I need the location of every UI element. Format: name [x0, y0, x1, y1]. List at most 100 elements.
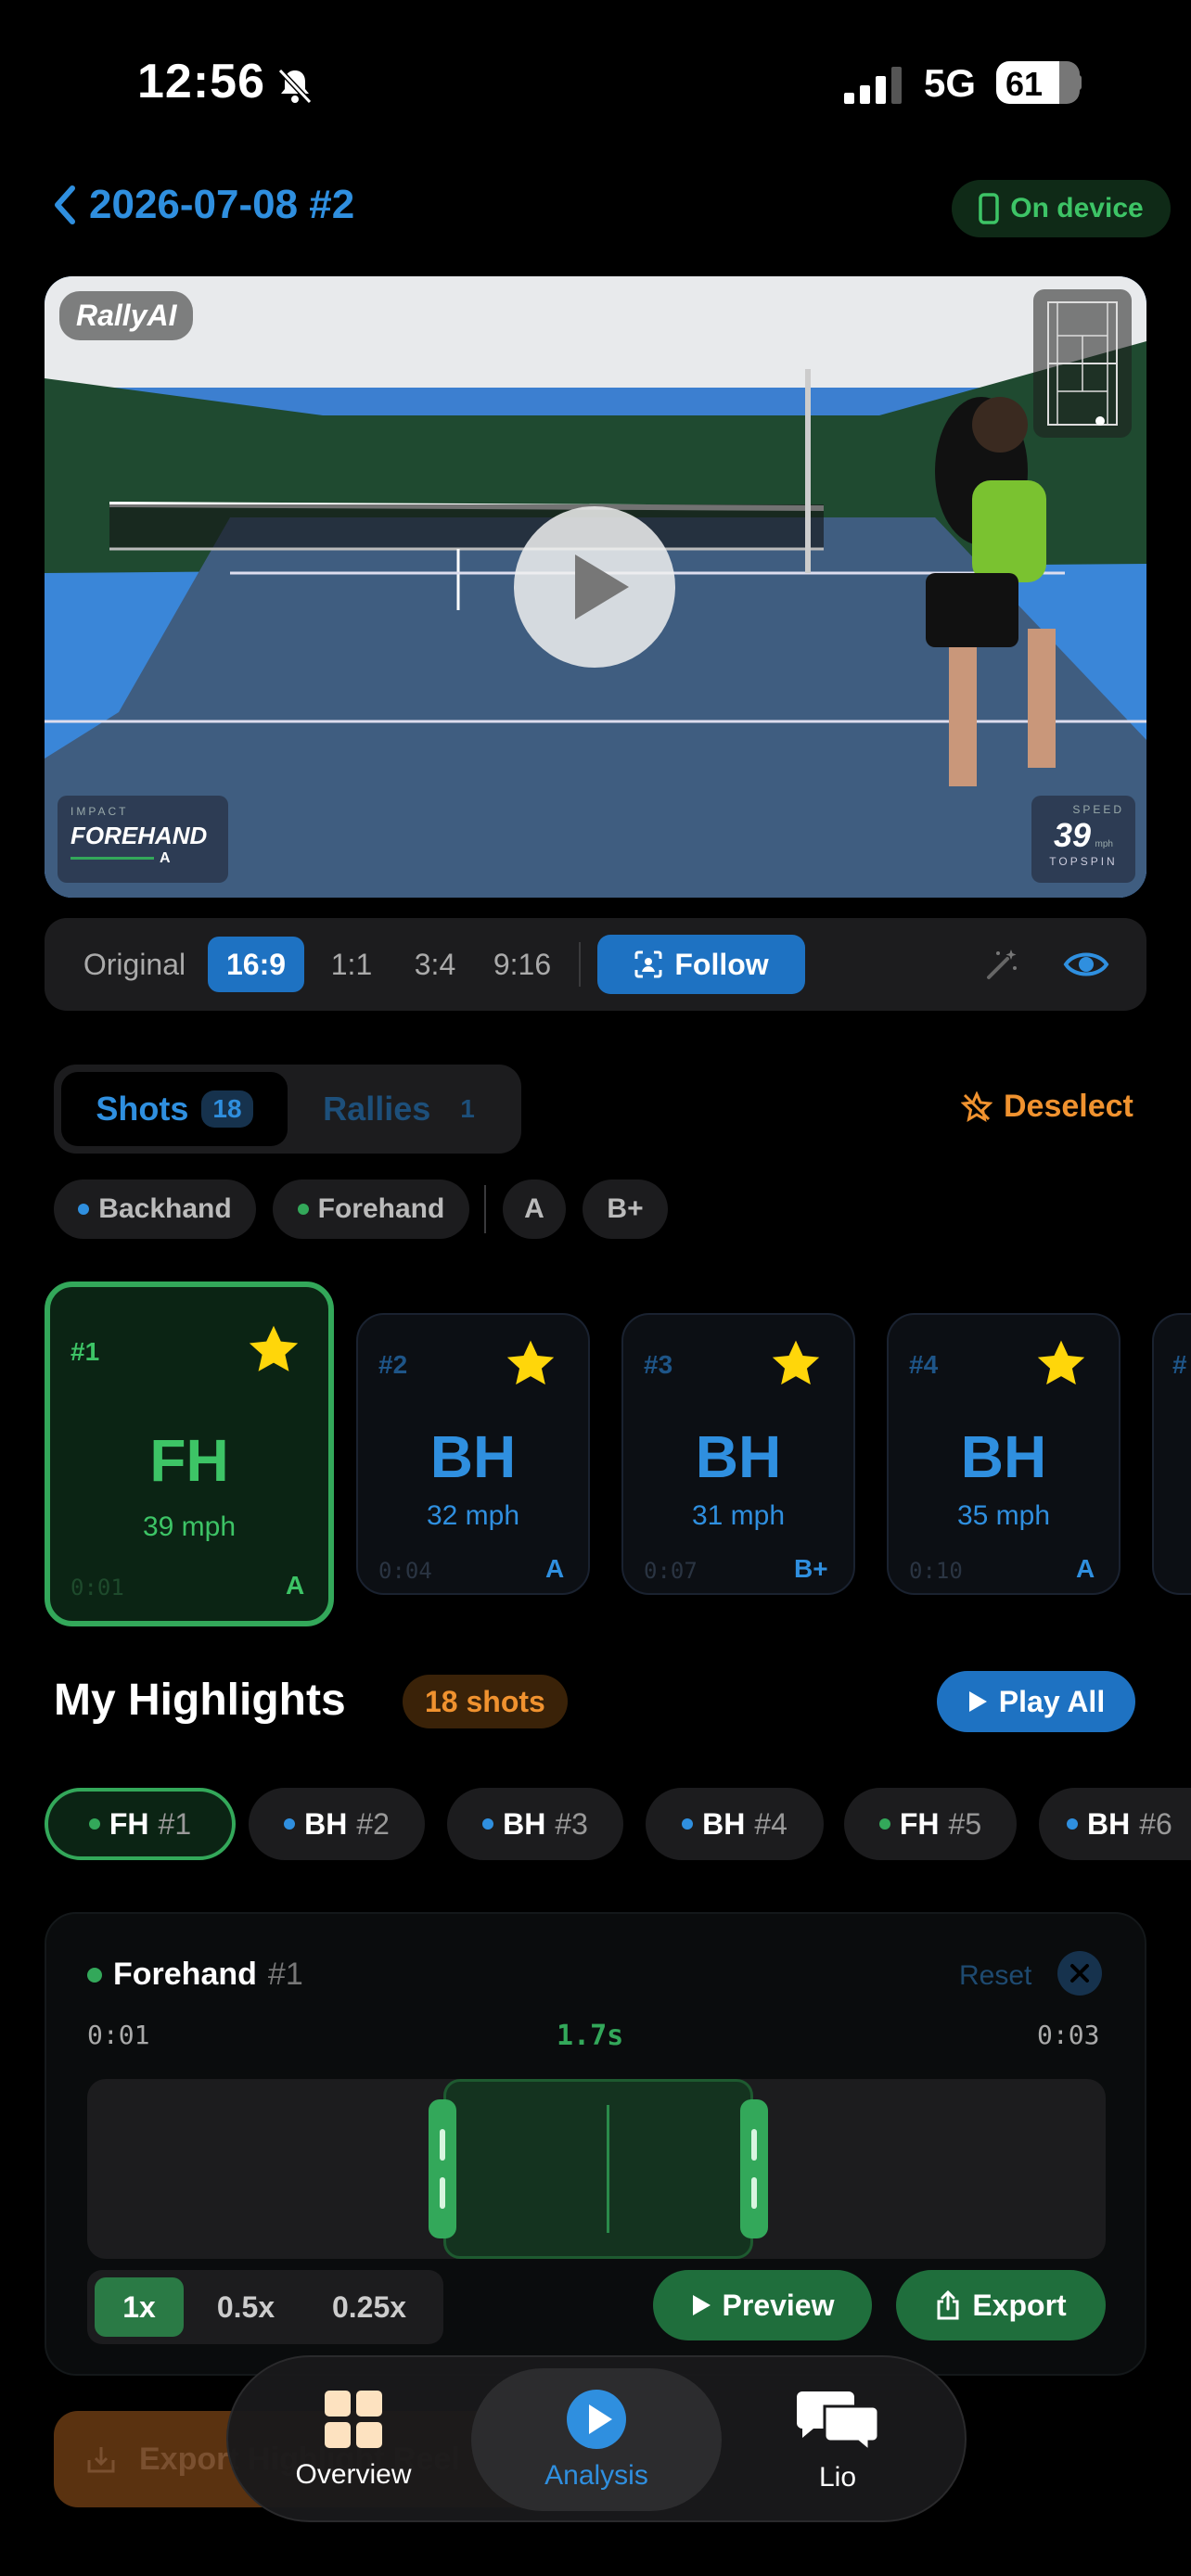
preview-button[interactable]: Preview — [653, 2270, 872, 2340]
trim-handle-start[interactable] — [429, 2099, 456, 2238]
person-focus-icon — [634, 950, 662, 978]
shots-rallies-segment: Shots 18 Rallies 1 — [54, 1065, 521, 1154]
share-icon — [937, 2290, 959, 2320]
shot-card[interactable]: #4 BH 35 mph 0:10 A — [887, 1313, 1121, 1595]
shot-type: FH — [149, 1427, 229, 1494]
speed-0-5x[interactable]: 0.5x — [197, 2277, 295, 2337]
highlight-chip[interactable]: FH #1 — [45, 1788, 236, 1860]
forehand-dot — [878, 1818, 890, 1830]
backhand-dot — [78, 1204, 90, 1215]
follow-button[interactable]: Follow — [597, 935, 805, 994]
backhand-dot — [682, 1818, 694, 1830]
clip-start-time: 0:01 — [87, 2020, 150, 2050]
trim-handle-end[interactable] — [740, 2099, 768, 2238]
forehand-dot — [87, 1967, 102, 1983]
network-type: 5G — [924, 61, 977, 105]
signal-icon — [844, 67, 902, 104]
star-icon[interactable] — [1035, 1339, 1087, 1389]
shot-speed: 35 mph — [956, 1500, 1051, 1531]
highlight-chip[interactable]: FH #5 — [844, 1788, 1017, 1860]
shot-time: 0:07 — [644, 1558, 698, 1584]
shot-type: BH — [695, 1423, 782, 1490]
filter-grade-a[interactable]: A — [503, 1180, 566, 1239]
highlight-chip[interactable]: BH #3 — [447, 1788, 623, 1860]
forehand-dot — [297, 1204, 309, 1215]
shot-card[interactable]: #1 FH 39 mph 0:01 A — [45, 1282, 334, 1626]
shots-count: 18 — [201, 1090, 253, 1128]
tab-lio[interactable]: Lio — [712, 2368, 963, 2511]
filter-forehand[interactable]: Forehand — [273, 1180, 469, 1239]
divider — [579, 942, 581, 987]
highlight-chip[interactable]: BH #6 — [1039, 1788, 1191, 1860]
tab-analysis[interactable]: Analysis — [471, 2368, 722, 2511]
rallies-count: 1 — [460, 1094, 475, 1123]
aspect-original[interactable]: Original — [65, 937, 204, 992]
play-all-button[interactable]: Play All — [937, 1671, 1135, 1732]
shot-speed: 39 mph — [142, 1511, 237, 1542]
tab-bar: Overview Analysis Lio — [226, 2355, 967, 2522]
shot-speed: 32 mph — [426, 1500, 520, 1531]
backhand-dot — [1067, 1818, 1078, 1830]
shot-grade: B+ — [794, 1554, 828, 1583]
tab-rallies[interactable]: Rallies 1 — [295, 1072, 514, 1146]
shot-grade: A — [286, 1571, 305, 1600]
star-slash-icon — [961, 1090, 992, 1122]
chat-bubbles-icon — [797, 2391, 880, 2453]
battery-level: 61 — [1005, 65, 1044, 103]
divider — [484, 1185, 486, 1233]
speed-overlay: SPEED 39 mph TOPSPIN — [1031, 796, 1135, 883]
star-icon[interactable] — [505, 1339, 557, 1389]
shot-type: BH — [960, 1423, 1047, 1490]
star-icon[interactable] — [247, 1324, 301, 1376]
rallyai-watermark: RallyAI — [59, 291, 194, 340]
shot-type: BH — [429, 1423, 517, 1490]
shot-time: 0:04 — [378, 1558, 432, 1584]
backhand-dot — [482, 1818, 494, 1830]
trim-selection[interactable] — [443, 2079, 753, 2259]
reset-button[interactable]: Reset — [959, 1960, 1031, 1992]
battery-icon: 61 — [996, 61, 1082, 104]
speed-0-25x[interactable]: 0.25x — [306, 2277, 432, 2337]
aspect-3-4[interactable]: 3:4 — [397, 937, 473, 992]
clip-trim-panel: Forehand #1 Reset 0:01 1.7s 0:03 1x 0.5x… — [45, 1912, 1146, 2376]
minimap-court[interactable] — [1033, 289, 1132, 438]
play-button[interactable] — [514, 506, 675, 668]
session-title: 2026-07-08 #2 — [89, 182, 355, 227]
eye-icon[interactable] — [1063, 946, 1109, 983]
back-button[interactable]: 2026-07-08 #2 — [52, 182, 354, 228]
aspect-1-1[interactable]: 1:1 — [314, 937, 390, 992]
close-button[interactable] — [1057, 1951, 1102, 1996]
star-icon[interactable] — [770, 1339, 822, 1389]
play-icon — [968, 1691, 987, 1712]
filter-grade-b-plus[interactable]: B+ — [583, 1180, 668, 1239]
shot-card[interactable]: # — [1152, 1313, 1191, 1595]
shot-speed: 31 mph — [691, 1500, 786, 1531]
highlight-chip[interactable]: BH #2 — [249, 1788, 425, 1860]
highlight-chip[interactable]: BH #4 — [646, 1788, 824, 1860]
play-icon — [575, 555, 629, 619]
impact-overlay: IMPACT FOREHAND A — [58, 796, 228, 883]
phone-icon — [979, 193, 1000, 224]
aspect-9-16[interactable]: 9:16 — [479, 937, 566, 992]
filter-backhand[interactable]: Backhand — [54, 1180, 256, 1239]
play-icon — [692, 2295, 711, 2315]
video-player[interactable]: RallyAI IMPACT FOREHAND A SPEED 39 mph T… — [45, 276, 1146, 898]
shot-card[interactable]: #2 BH 32 mph 0:04 A — [356, 1313, 590, 1595]
chevron-left-icon — [55, 185, 75, 224]
speed-1x[interactable]: 1x — [95, 2277, 184, 2337]
highlights-count-badge: 18 shots — [403, 1675, 568, 1728]
trim-track[interactable] — [87, 2079, 1106, 2259]
play-circle-icon — [567, 2390, 626, 2449]
magic-wand-icon[interactable] — [983, 946, 1020, 983]
export-button[interactable]: Export — [896, 2270, 1106, 2340]
shot-time: 0:01 — [70, 1575, 124, 1600]
grid-icon — [325, 2391, 382, 2448]
clip-end-time: 0:03 — [1037, 2020, 1100, 2050]
tab-overview[interactable]: Overview — [228, 2368, 479, 2511]
shot-time: 0:10 — [909, 1558, 963, 1584]
aspect-16-9[interactable]: 16:9 — [208, 937, 304, 992]
tab-shots[interactable]: Shots 18 — [61, 1072, 288, 1146]
deselect-button[interactable]: Deselect — [961, 1089, 1133, 1125]
status-time: 12:56 — [137, 55, 265, 108]
shot-card[interactable]: #3 BH 31 mph 0:07 B+ — [621, 1313, 855, 1595]
